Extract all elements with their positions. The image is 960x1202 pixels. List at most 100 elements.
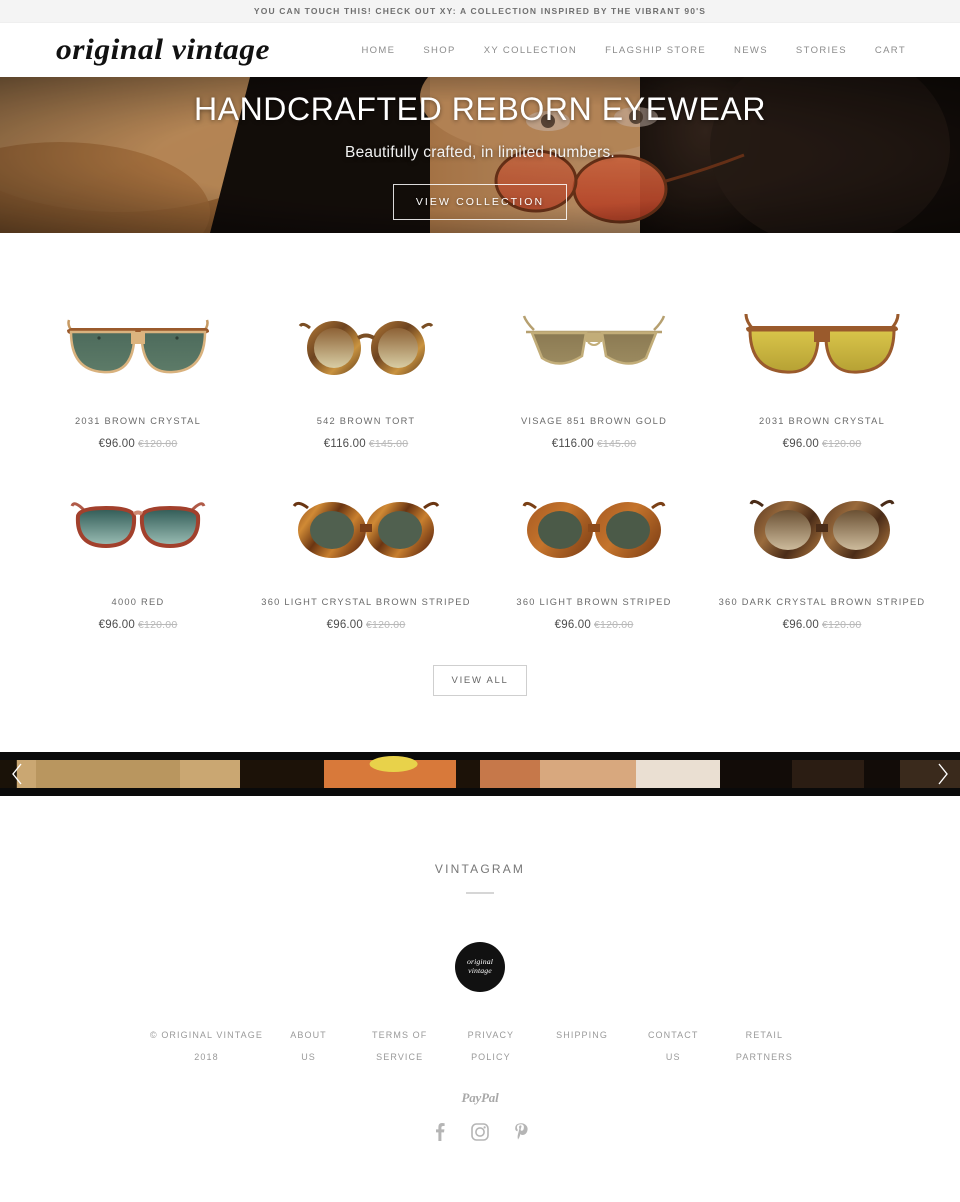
price-compare: €120.00 — [138, 619, 178, 631]
product-image — [480, 468, 708, 590]
price-current: €96.00 — [98, 438, 135, 450]
price-current: €96.00 — [98, 619, 135, 631]
footer-link-line1: CONTACT — [647, 1030, 699, 1040]
product-price: €96.00 €120.00 — [252, 619, 480, 631]
sunglasses-oval-dark-striped-icon — [749, 499, 895, 559]
footer-link-line2: POLICY — [471, 1052, 511, 1063]
product-card[interactable]: 360 LIGHT CRYSTAL BROWN STRIPED €96.00 €1… — [252, 468, 480, 631]
product-title: 542 BROWN TORT — [316, 416, 416, 426]
price-current: €96.00 — [782, 619, 819, 631]
nav-item-stories[interactable]: STORIES — [796, 45, 847, 56]
chevron-right-icon — [938, 763, 948, 785]
product-price: €96.00 €120.00 — [708, 438, 936, 450]
image-carousel[interactable] — [0, 752, 960, 796]
carousel-slide — [720, 752, 960, 796]
product-card[interactable]: 2031 BROWN CRYSTAL €96.00 €120.00 — [708, 287, 936, 450]
price-compare: €120.00 — [822, 438, 862, 450]
product-price: €116.00 €145.00 — [252, 438, 480, 450]
carousel-slide — [240, 752, 480, 796]
footer-link-privacy-policy[interactable]: PRIVACY POLICY — [445, 1024, 536, 1068]
sunglasses-aviator-yellow-icon — [744, 313, 900, 374]
carousel-next-button[interactable] — [930, 757, 956, 791]
product-image — [24, 468, 252, 590]
footer-link-line2: PARTNERS — [735, 1052, 793, 1063]
view-all-container: VIEW ALL — [24, 665, 936, 752]
product-card[interactable]: 4000 RED €96.00 €120.00 — [24, 468, 252, 631]
nav-item-flagship-store[interactable]: FLAGSHIP STORE — [605, 45, 706, 56]
product-title: 360 LIGHT CRYSTAL BROWN STRIPED — [261, 597, 471, 607]
facebook-icon — [436, 1123, 445, 1142]
site-header: original vintage HOME SHOP XY COLLECTION… — [0, 23, 960, 77]
site-logo[interactable]: original vintage — [56, 35, 270, 65]
footer-link-copyright[interactable]: © ORIGINAL VINTAGE 2018 — [150, 1024, 263, 1068]
product-image — [708, 468, 936, 590]
product-card[interactable]: VISAGE 851 BROWN GOLD €116.00 €145.00 — [480, 287, 708, 450]
carousel-slide — [480, 752, 720, 796]
product-card[interactable]: 542 BROWN TORT €116.00 €145.00 — [252, 287, 480, 450]
footer-link-shipping[interactable]: SHIPPING — [536, 1024, 627, 1046]
nav-item-cart[interactable]: CART — [875, 45, 906, 56]
footer-link-line2: US — [665, 1052, 681, 1063]
product-title: 2031 BROWN CRYSTAL — [758, 416, 885, 426]
payment-methods: PayPal — [0, 1090, 960, 1106]
instagram-link[interactable] — [470, 1122, 490, 1148]
main-navigation: HOME SHOP XY COLLECTION FLAGSHIP STORE N… — [361, 45, 928, 56]
product-price: €116.00 €145.00 — [480, 438, 708, 450]
product-row-1: 2031 BROWN CRYSTAL €96.00 €120.00 542 BR… — [24, 287, 936, 450]
vintagram-section: VINTAGRAM — [0, 796, 960, 894]
product-card[interactable]: 360 LIGHT BROWN STRIPED €96.00 €120.00 — [480, 468, 708, 631]
price-compare: €120.00 — [822, 619, 862, 631]
facebook-link[interactable] — [430, 1122, 448, 1148]
footer-link-terms-of-service[interactable]: TERMS OF SERVICE — [354, 1024, 445, 1068]
paypal-icon: PayPal — [461, 1090, 499, 1106]
hero-subtitle: Beautifully crafted, in limited numbers. — [345, 144, 615, 162]
nav-item-shop[interactable]: SHOP — [423, 45, 455, 56]
sunglasses-aviator-green-icon — [67, 319, 209, 374]
product-title: VISAGE 851 BROWN GOLD — [520, 416, 668, 426]
product-card[interactable]: 2031 BROWN CRYSTAL €96.00 €120.00 — [24, 287, 252, 450]
nav-item-home[interactable]: HOME — [361, 45, 395, 56]
sunglasses-oval-brown-icon — [522, 501, 666, 558]
product-title: 360 DARK CRYSTAL BROWN STRIPED — [718, 597, 926, 607]
pinterest-link[interactable] — [512, 1122, 530, 1148]
product-price: €96.00 €120.00 — [708, 619, 936, 631]
price-current: €116.00 — [323, 438, 366, 450]
social-links — [0, 1122, 960, 1166]
product-image — [252, 468, 480, 590]
product-title: 4000 RED — [111, 597, 165, 607]
price-compare: €145.00 — [596, 438, 637, 450]
footer-logo-badge[interactable]: original vintage — [455, 942, 505, 992]
footer-link-line2: US — [301, 1052, 316, 1063]
product-image — [252, 287, 480, 409]
footer-link-line2: SERVICE — [376, 1052, 424, 1063]
footer-link-line1: TERMS OF — [372, 1030, 428, 1040]
product-image — [708, 287, 936, 409]
site-footer: original vintage © ORIGINAL VINTAGE 2018… — [0, 894, 960, 1167]
price-current: €96.00 — [554, 619, 591, 631]
footer-link-line2: SHIPPING — [556, 1030, 608, 1040]
footer-link-line1: ABOUT — [290, 1030, 327, 1040]
hero-title: HANDCRAFTED REBORN EYEWEAR — [193, 90, 767, 127]
sunglasses-hexagonal-gold-icon — [522, 315, 666, 365]
view-collection-button[interactable]: VIEW COLLECTION — [392, 184, 568, 221]
product-price: €96.00 €120.00 — [480, 619, 708, 631]
product-grid: 2031 BROWN CRYSTAL €96.00 €120.00 542 BR… — [0, 233, 960, 752]
product-price: €96.00 €120.00 — [24, 438, 252, 450]
price-compare: €120.00 — [366, 619, 406, 631]
footer-link-retail-partners[interactable]: RETAIL PARTNERS — [719, 1024, 810, 1068]
nav-item-news[interactable]: NEWS — [734, 45, 768, 56]
footer-link-about-us[interactable]: ABOUT US — [263, 1024, 354, 1068]
price-compare: €120.00 — [138, 438, 178, 450]
view-all-button[interactable]: VIEW ALL — [432, 665, 528, 696]
nav-item-xy-collection[interactable]: XY COLLECTION — [484, 45, 577, 56]
price-current: €96.00 — [326, 619, 363, 631]
announcement-text: YOU CAN TOUCH THIS! CHECK OUT XY: A COLL… — [253, 6, 707, 16]
footer-link-line2: 2018 — [194, 1052, 219, 1063]
carousel-prev-button[interactable] — [4, 757, 30, 791]
hero-banner: HANDCRAFTED REBORN EYEWEAR Beautifully c… — [0, 77, 960, 233]
footer-link-line1: RETAIL — [745, 1030, 784, 1040]
footer-logo-container: original vintage — [0, 942, 960, 992]
chevron-left-icon — [12, 763, 22, 785]
footer-link-contact-us[interactable]: CONTACT US — [628, 1024, 719, 1068]
product-card[interactable]: 360 DARK CRYSTAL BROWN STRIPED €96.00 €12… — [708, 468, 936, 631]
